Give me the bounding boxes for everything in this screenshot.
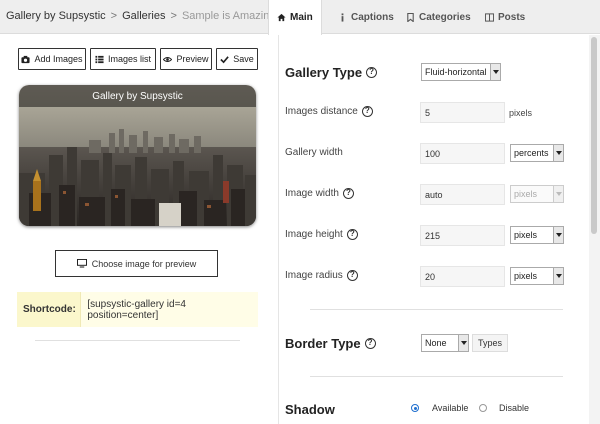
tab-categories[interactable]: Categories (398, 0, 479, 34)
monitor-icon (76, 259, 87, 268)
gallery-width-unit-select[interactable]: percents (510, 144, 564, 162)
tab-captions-label: Captions (351, 11, 394, 23)
types-button[interactable]: Types (472, 334, 509, 352)
chevron-down-icon (490, 64, 500, 80)
check-icon (220, 55, 229, 63)
shortcode-label: Shortcode: (23, 304, 76, 315)
gallery-type-value: Fluid-horizontal (425, 67, 487, 77)
gallery-type-heading: Gallery Type ? (285, 65, 378, 80)
tab-posts-label: Posts (498, 11, 526, 23)
divider (310, 376, 563, 377)
breadcrumb-separator: > (110, 10, 118, 22)
image-radius-input[interactable]: 20 (420, 266, 505, 287)
image-height-input[interactable]: 215 (420, 225, 505, 246)
chevron-down-icon (553, 227, 563, 243)
shortcode-value[interactable]: [supsystic-gallery id=4 position=center] (80, 292, 258, 327)
shortcode-box: Shortcode: [supsystic-gallery id=4 posit… (17, 292, 258, 327)
image-width-unit: pixels (514, 189, 538, 199)
border-type-value: None (425, 338, 447, 348)
help-icon[interactable]: ? (342, 188, 354, 199)
images-distance-label: Images distance (285, 106, 358, 117)
camera-icon (21, 55, 31, 63)
gallery-width-row: Gallery width (285, 147, 343, 158)
save-button[interactable]: Save (216, 48, 258, 70)
chevron-down-icon (553, 145, 563, 161)
tab-main-label: Main (290, 12, 313, 23)
images-list-label: Images list (107, 54, 151, 64)
tab-categories-label: Categories (419, 11, 471, 23)
help-icon[interactable]: ? (364, 338, 376, 349)
choose-preview-label: Choose image for preview (91, 258, 197, 269)
shadow-available-label: Available (432, 403, 469, 413)
shadow-heading: Shadow (285, 402, 335, 417)
image-height-unit: pixels (514, 230, 538, 240)
border-type-heading: Border Type ? (285, 336, 376, 351)
home-icon (277, 13, 286, 22)
gallery-preview-image: Gallery by Supsystic (19, 85, 256, 226)
gallery-width-label: Gallery width (285, 147, 343, 158)
column-divider (278, 35, 279, 424)
save-label: Save (233, 54, 254, 64)
breadcrumb-current: Sample is Amazing (181, 10, 276, 22)
image-width-label: Image width (285, 188, 339, 199)
chevron-down-icon (458, 335, 468, 351)
help-icon[interactable]: ? (346, 229, 358, 240)
image-height-unit-select[interactable]: pixels (510, 226, 564, 244)
image-radius-unit: pixels (514, 271, 538, 281)
gallery-width-input[interactable]: 100 (420, 143, 505, 164)
choose-preview-image-button[interactable]: Choose image for preview (55, 250, 218, 277)
image-width-row: Image width ? (285, 188, 354, 199)
image-width-input[interactable]: auto (420, 184, 505, 205)
divider (35, 340, 240, 341)
help-icon[interactable]: ? (366, 67, 378, 78)
preview-button[interactable]: Preview (160, 48, 212, 70)
image-radius-row: Image radius ? (285, 270, 358, 281)
scrollbar-thumb[interactable] (591, 37, 597, 234)
info-icon (341, 12, 344, 22)
shadow-label: Shadow (285, 402, 335, 417)
gallery-type-label: Gallery Type (285, 65, 363, 80)
border-type-label: Border Type (285, 336, 361, 351)
columns-icon (485, 12, 494, 22)
tab-captions[interactable]: Captions (330, 0, 402, 34)
shadow-disable-radio[interactable] (479, 404, 487, 412)
gallery-width-unit: percents (514, 148, 549, 158)
images-distance-unit: pixels (509, 108, 533, 118)
shadow-disable-label: Disable (499, 403, 530, 413)
help-icon[interactable]: ? (346, 270, 358, 281)
top-bar: Gallery by Supsystic > Galleries > Sample is… (0, 0, 600, 35)
preview-label: Preview (176, 54, 209, 64)
breadcrumb-galleries[interactable]: Galleries (122, 10, 165, 22)
image-radius-label: Image radius (285, 270, 343, 281)
gallery-type-select[interactable]: Fluid-horizontal (421, 63, 501, 81)
add-images-label: Add Images (34, 54, 83, 64)
list-icon (95, 55, 104, 63)
image-width-unit-select: pixels (510, 185, 564, 203)
chevron-down-icon (553, 186, 563, 202)
breadcrumb-separator: > (170, 10, 177, 22)
shadow-available-radio[interactable] (411, 404, 419, 412)
divider (310, 309, 563, 310)
tab-main[interactable]: Main (268, 0, 322, 35)
preview-caption: Gallery by Supsystic (19, 85, 256, 107)
help-icon[interactable]: ? (361, 106, 373, 117)
add-images-button[interactable]: Add Images (18, 48, 86, 70)
chevron-down-icon (553, 268, 563, 284)
border-type-select[interactable]: None (421, 334, 469, 352)
breadcrumb-root[interactable]: Gallery by Supsystic (6, 10, 106, 22)
image-height-row: Image height ? (285, 229, 358, 240)
image-radius-unit-select[interactable]: pixels (510, 267, 564, 285)
images-distance-input[interactable]: 5 (420, 102, 505, 123)
tab-posts[interactable]: Posts (477, 0, 533, 34)
images-list-button[interactable]: Images list (90, 48, 156, 70)
eye-icon (163, 56, 173, 62)
bookmark-icon (407, 12, 414, 22)
image-height-label: Image height (285, 229, 343, 240)
scrollbar[interactable] (589, 35, 600, 424)
images-distance-row: Images distance ? (285, 106, 373, 117)
breadcrumb: Gallery by Supsystic > Galleries > Sample is… (6, 10, 275, 22)
